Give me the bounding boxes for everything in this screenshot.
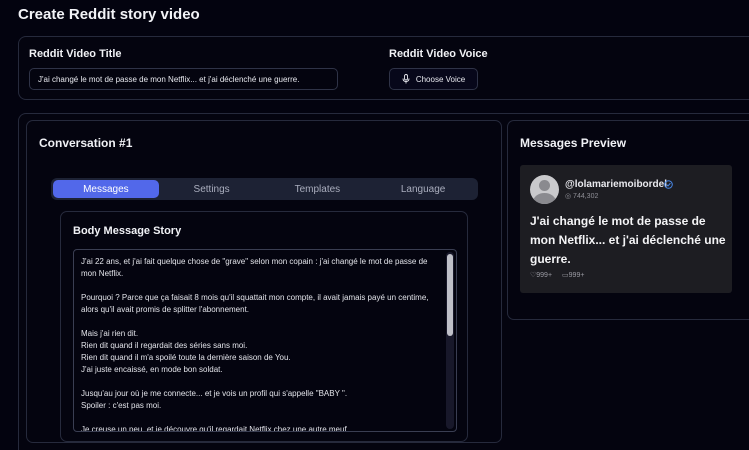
choose-voice-button[interactable]: Choose Voice [389,68,478,90]
story-paragraph: Pourquoi ? Parce que ça faisait 8 mois q… [81,293,429,314]
story-paragraph: Je creuse un peu, et je découvre qu'il r… [81,425,347,432]
story-scrollbar[interactable] [446,252,454,429]
video-title-input[interactable] [29,68,338,90]
video-settings-panel: Reddit Video Title Reddit Video Voice Ch… [18,36,749,100]
preview-username: @lolamariemoibordel [565,179,667,190]
messages-preview-panel: Messages Preview @lolamariemoibordel ◎ 7… [507,120,749,320]
preview-headline: J'ai changé le mot de passe de mon Netfl… [530,214,726,266]
story-paragraph: J'ai 22 ans, et j'ai fait quelque chose … [81,257,428,278]
preview-stats: ♡999+ ▭999+ [530,271,584,279]
editor-panel: Conversation #1 Messages Settings Templa… [18,113,749,450]
avatar-body [533,193,556,204]
avatar [530,175,559,204]
story-text: J'ai 22 ans, et j'ai fait quelque chose … [81,256,441,432]
conversation-tabs: Messages Settings Templates Language [51,178,478,200]
choose-voice-label: Choose Voice [415,74,466,84]
preview-meta: ◎ 744,302 [565,193,599,200]
page-title: Create Reddit story video [18,6,200,23]
story-scroll-thumb[interactable] [447,254,453,336]
tab-settings[interactable]: Settings [159,180,265,198]
tab-messages[interactable]: Messages [53,180,159,198]
tab-language[interactable]: Language [370,180,476,198]
body-message-title: Body Message Story [73,225,182,237]
comments-count: ▭999+ [562,272,585,279]
body-message-card: Body Message Story J'ai 22 ans, et j'ai … [60,211,468,442]
avatar-head [539,180,550,191]
preview-card: @lolamariemoibordel ◎ 744,302 J'ai chang… [520,165,732,293]
conversation-panel: Conversation #1 Messages Settings Templa… [26,120,502,443]
story-textarea[interactable]: J'ai 22 ans, et j'ai fait quelque chose … [73,249,457,432]
preview-title: Messages Preview [520,136,627,150]
likes-count: ♡999+ [530,272,553,279]
video-voice-label: Reddit Video Voice [389,48,488,60]
tab-templates[interactable]: Templates [265,180,371,198]
video-title-label: Reddit Video Title [29,48,122,60]
microphone-icon [402,74,410,84]
story-paragraph: Mais j'ai rien dit. Rien dit quand il re… [81,329,291,374]
story-paragraph: Jusqu'au jour où je me connecte... et je… [81,389,348,410]
verified-icon [664,180,673,189]
conversation-title: Conversation #1 [39,136,133,150]
